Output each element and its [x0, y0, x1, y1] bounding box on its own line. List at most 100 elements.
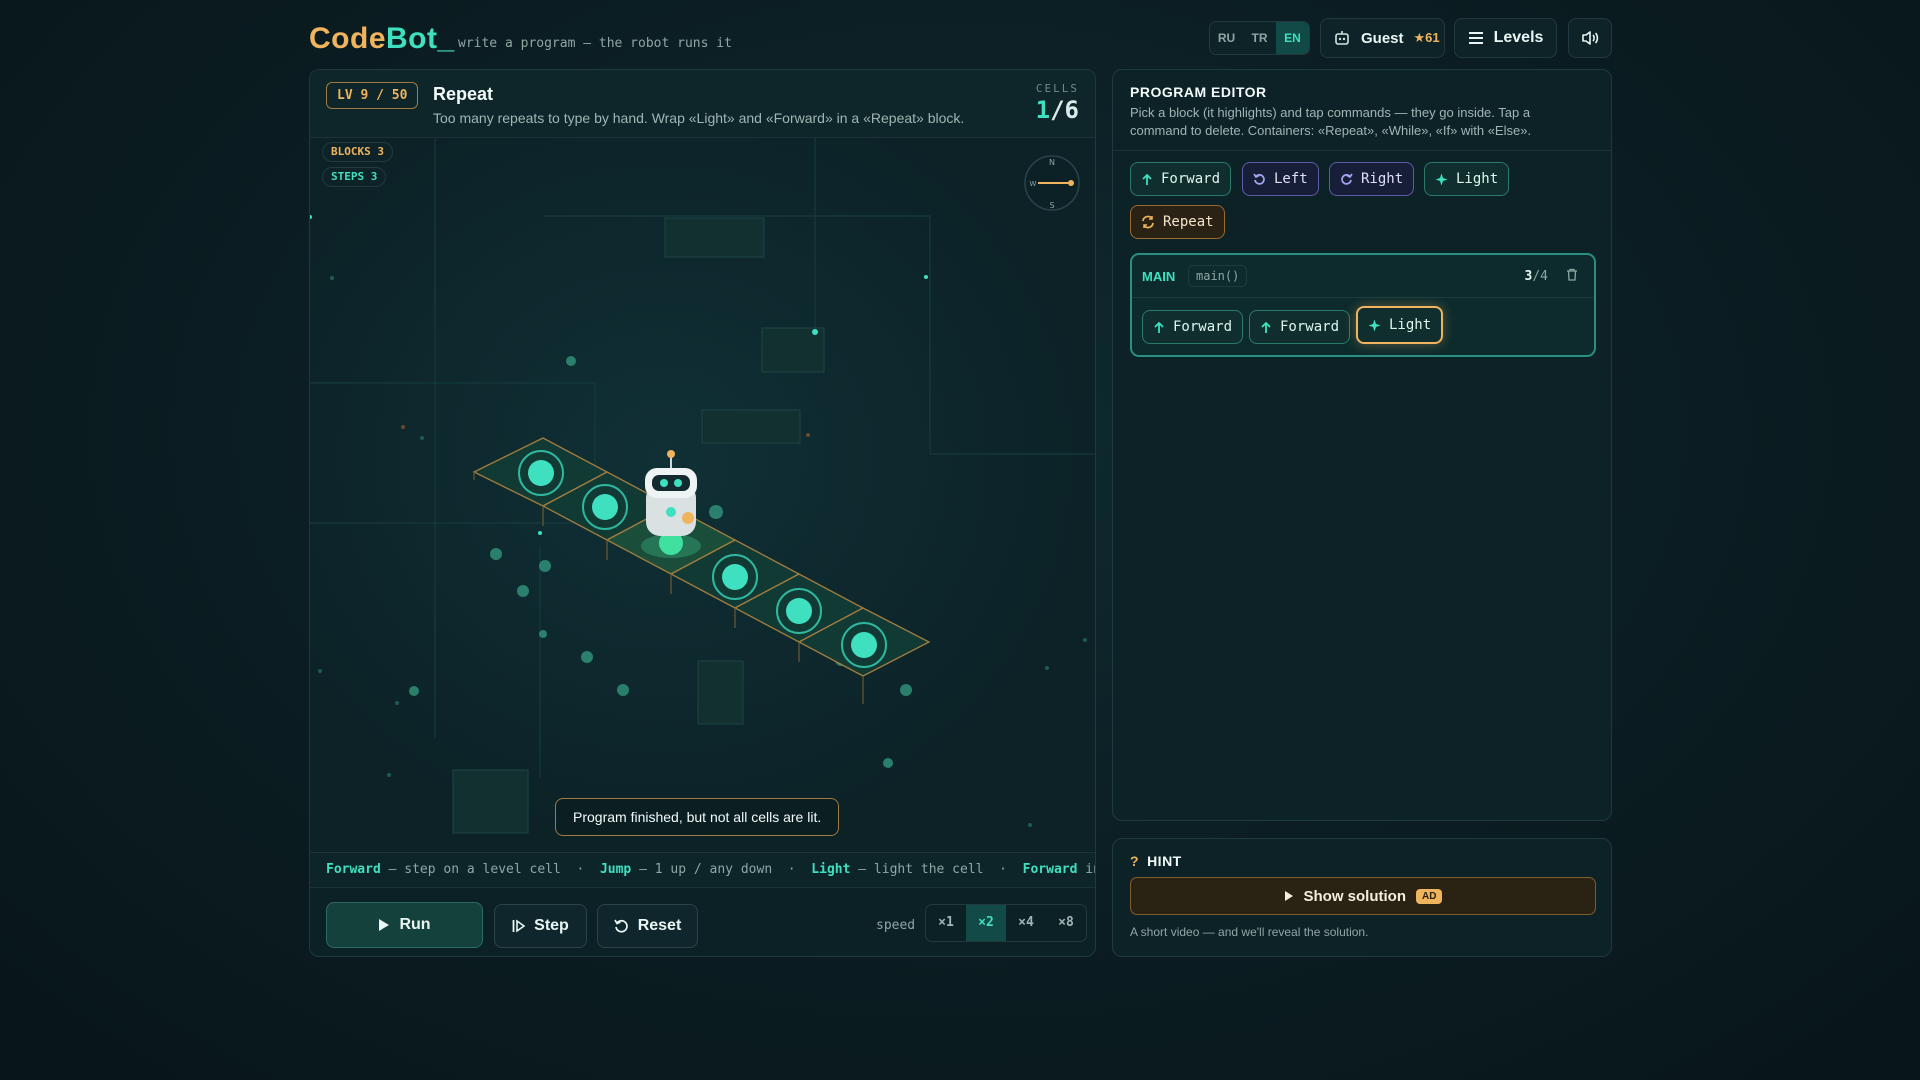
arrow-up-icon — [1154, 321, 1164, 333]
command-help-strip: Forward — step on a level cell · Jump — … — [310, 852, 1095, 887]
isometric-scene: N S W — [310, 138, 1095, 834]
divider — [1113, 150, 1611, 151]
hint-title-text: HINT — [1147, 853, 1182, 869]
palette-forward-button[interactable]: Forward — [1130, 162, 1232, 196]
play-icon — [379, 919, 390, 931]
speed-x2[interactable]: ×2 — [966, 905, 1006, 941]
cells-label: CELLS — [1035, 82, 1079, 95]
cells-counter: 1/6 — [1036, 96, 1079, 124]
help-cmd-forward-2: Forward — [1022, 862, 1078, 877]
sparkle-icon — [1368, 319, 1381, 331]
star-count: ★61 — [1413, 30, 1440, 45]
help-cmd-light: Light — [811, 862, 851, 877]
program-command-light[interactable]: Light — [1356, 306, 1444, 344]
menu-icon — [1468, 32, 1483, 44]
cells-lit: 1 — [1035, 96, 1051, 124]
arrow-up-icon — [1261, 321, 1271, 333]
show-solution-button[interactable]: Show solution AD — [1130, 877, 1596, 915]
rotate-right-icon — [1341, 173, 1353, 185]
step-label: Step — [534, 917, 569, 934]
steps-chip: STEPS 3 — [322, 167, 387, 187]
program-command-label: Forward — [1280, 319, 1340, 335]
program-command-forward[interactable]: Forward — [1142, 310, 1244, 344]
speed-x4[interactable]: ×4 — [1006, 905, 1046, 941]
trash-icon — [1567, 268, 1577, 281]
main-label: MAIN — [1142, 269, 1176, 284]
user-profile-button[interactable]: Guest ★61 — [1320, 18, 1445, 58]
palette-right-button[interactable]: Right — [1329, 162, 1415, 196]
compass-s: S — [1049, 201, 1054, 210]
lang-ru[interactable]: RU — [1210, 22, 1243, 54]
tagline: write a program — the robot runs it — [458, 36, 732, 51]
level-description: Too many repeats to type by hand. Wrap «… — [433, 110, 965, 126]
palette-repeat-button[interactable]: Repeat — [1130, 205, 1225, 239]
app-header: CodeBot_ write a program — the robot run… — [309, 18, 1612, 76]
main-fn-tag: main() — [1188, 265, 1248, 287]
game-stage[interactable]: N S W BLOCKS 3 STEPS 3 Program finished,… — [310, 138, 1095, 852]
ad-badge: AD — [1416, 888, 1443, 904]
speed-selector: ×1 ×2 ×4 ×8 — [925, 904, 1087, 942]
program-command-forward-2[interactable]: Forward — [1249, 310, 1351, 344]
reset-button[interactable]: Reset — [597, 904, 698, 948]
blocks-chip: BLOCKS 3 — [322, 142, 393, 162]
help-cmd-forward: Forward — [326, 862, 381, 877]
hint-panel: ? HINT Show solution AD A short video — a… — [1112, 838, 1612, 957]
run-button[interactable]: Run — [326, 902, 483, 948]
level-title: Repeat — [433, 84, 494, 104]
question-icon: ? — [1130, 853, 1140, 869]
step-icon — [512, 919, 526, 933]
palette-left-button[interactable]: Left — [1242, 162, 1319, 196]
robot-icon — [1335, 31, 1349, 45]
help-desc-light: — light the cell — [858, 862, 984, 877]
help-cmd-jump: Jump — [599, 862, 632, 877]
step-button[interactable]: Step — [494, 904, 587, 948]
lang-tr[interactable]: TR — [1243, 22, 1276, 54]
hint-title: ? HINT — [1130, 853, 1182, 869]
play-icon — [1284, 891, 1293, 901]
palette-light-label: Light — [1456, 171, 1499, 187]
program-editor: PROGRAM EDITOR Pick a block (it highligh… — [1112, 69, 1612, 821]
speed-x1[interactable]: ×1 — [926, 905, 966, 941]
repeat-icon — [1142, 215, 1154, 229]
speed-label: speed — [876, 918, 916, 933]
game-panel: LV 9 / 50 Repeat Too many repeats to typ… — [309, 69, 1096, 957]
palette-repeat-label: Repeat — [1163, 214, 1214, 230]
sparkle-icon — [1435, 173, 1448, 185]
block-count: 3/4 — [1525, 269, 1548, 284]
editor-description: Pick a block (it highlights) and tap com… — [1130, 105, 1532, 138]
program-command-label: Forward — [1173, 319, 1233, 335]
compass-icon: N S W — [1024, 155, 1080, 211]
clear-program-button[interactable] — [1566, 268, 1578, 286]
logo: CodeBot_ — [309, 22, 455, 55]
program-command-label: Light — [1389, 317, 1432, 333]
level-badge: LV 9 / 50 — [326, 82, 419, 109]
status-toast: Program finished, but not all cells are … — [555, 798, 840, 836]
levels-button[interactable]: Levels — [1454, 18, 1557, 58]
robot-character — [641, 450, 701, 558]
compass-n: N — [1049, 158, 1055, 167]
speed-x8[interactable]: ×8 — [1046, 905, 1086, 941]
reset-icon — [613, 919, 628, 933]
show-solution-label: Show solution — [1303, 887, 1407, 905]
run-label: Run — [399, 916, 431, 933]
divider — [1132, 297, 1594, 298]
arrow-up-icon — [1142, 173, 1152, 185]
palette-light-button[interactable]: Light — [1424, 162, 1510, 196]
run-controls: Run Step Reset speed ×1 ×2 ×4 ×8 — [310, 887, 1095, 956]
reset-label: Reset — [637, 917, 682, 934]
block-count-max: /4 — [1532, 269, 1548, 284]
sound-toggle-button[interactable] — [1568, 18, 1612, 58]
palette-left-label: Left — [1274, 171, 1308, 187]
palette-right-label: Right — [1361, 171, 1404, 187]
editor-title: PROGRAM EDITOR — [1130, 84, 1267, 100]
main-block[interactable]: MAIN main() 3/4 Forward Forward Light — [1130, 253, 1596, 357]
help-desc-jump: — 1 up / any down — [639, 862, 773, 877]
lang-en[interactable]: EN — [1276, 22, 1309, 54]
user-name: Guest — [1361, 29, 1404, 47]
levels-label: Levels — [1493, 29, 1544, 46]
cells-total: /6 — [1050, 96, 1079, 124]
help-desc-forward: — step on a level cell — [388, 862, 561, 877]
compass-w: W — [1030, 180, 1037, 188]
speaker-icon — [1582, 31, 1599, 45]
palette-forward-label: Forward — [1161, 171, 1221, 187]
